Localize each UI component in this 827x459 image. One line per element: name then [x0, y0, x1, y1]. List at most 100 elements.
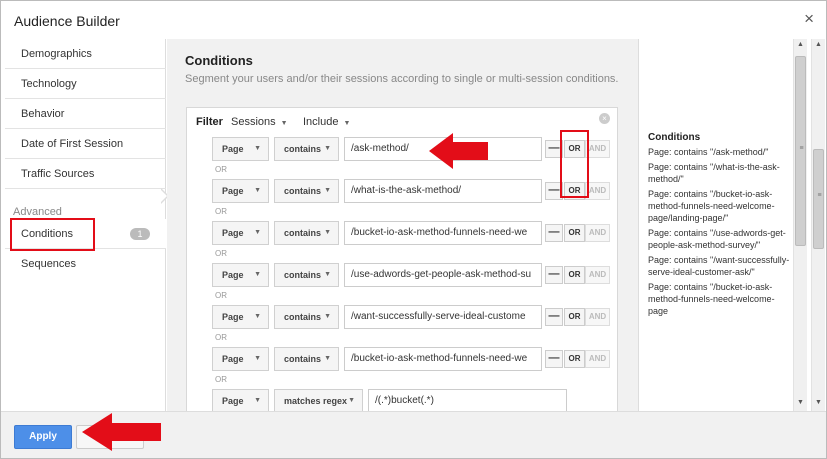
caret-down-icon: ▼: [254, 313, 261, 320]
scroll-up-icon[interactable]: ▲: [794, 41, 807, 51]
scroll-thumb[interactable]: ≡: [813, 149, 824, 249]
operator-label: contains: [284, 354, 322, 364]
dimension-dropdown[interactable]: Page ▼: [212, 263, 269, 287]
include-value: Include: [303, 116, 339, 128]
condition-value-input[interactable]: /bucket-io-ask-method-funnels-need-we: [344, 347, 542, 371]
operator-label: contains: [284, 144, 322, 154]
condition-value-input[interactable]: /use-adwords-get-people-ask-method-su: [344, 263, 542, 287]
condition-value-input[interactable]: /bucket-io-ask-method-funnels-need-we: [344, 221, 542, 245]
filter-label: Filter: [196, 116, 223, 128]
operator-dropdown[interactable]: matches regex ▼: [274, 389, 363, 411]
condition-row: Page ▼ contains ▼ /ask-method/ — OR AND: [212, 137, 612, 161]
remove-condition-button[interactable]: —: [545, 224, 563, 242]
operator-dropdown[interactable]: contains ▼: [274, 137, 339, 161]
condition-row: Page ▼ contains ▼ /use-adwords-get-people-…: [212, 263, 612, 287]
condition-value-input[interactable]: /what-is-the-ask-method/: [344, 179, 542, 203]
caret-down-icon: ▼: [280, 120, 288, 127]
condition-value-input[interactable]: /want-successfully-serve-ideal-custome: [344, 305, 542, 329]
dialog-scrollbar[interactable]: ▲ ≡ ▼: [811, 39, 825, 411]
and-button[interactable]: AND: [585, 350, 610, 368]
operator-label: contains: [284, 270, 322, 280]
apply-button[interactable]: Apply: [14, 425, 72, 449]
scroll-thumb[interactable]: ≡: [795, 56, 806, 246]
caret-down-icon: ▼: [254, 187, 261, 194]
dialog-titlebar: Audience Builder ×: [1, 1, 826, 39]
dimension-dropdown[interactable]: Page ▼: [212, 179, 269, 203]
close-icon[interactable]: ×: [804, 9, 814, 29]
remove-filter-icon[interactable]: ×: [599, 113, 610, 124]
filter-box: Filter Sessions ▼ Include ▼ × Page ▼ contai…: [186, 107, 618, 411]
condition-row: Page ▼ matches regex ▼ /(.*)bucket(.*): [212, 389, 612, 411]
caret-down-icon: ▼: [324, 229, 331, 236]
sidebar-item-behavior[interactable]: Behavior: [5, 99, 166, 129]
grip-icon: ≡: [817, 192, 822, 199]
annotation-arrow-icon: [429, 133, 488, 169]
dimension-dropdown[interactable]: Page ▼: [212, 137, 269, 161]
dimension-label: Page: [222, 396, 244, 406]
page-title: Conditions: [185, 53, 253, 68]
or-button[interactable]: OR: [564, 308, 585, 326]
caret-down-icon: ▼: [254, 229, 261, 236]
or-separator: OR: [215, 165, 227, 174]
scope-dropdown[interactable]: Sessions ▼: [231, 116, 288, 128]
include-dropdown[interactable]: Include ▼: [303, 116, 350, 128]
sidebar-item-date-of-first-session[interactable]: Date of First Session: [5, 129, 166, 159]
conditions-panel: Conditions Segment your users and/or the…: [167, 39, 639, 411]
and-button[interactable]: AND: [585, 266, 610, 284]
dialog-title: Audience Builder: [14, 13, 120, 29]
summary-scrollbar[interactable]: ▲ ≡ ▼: [793, 39, 807, 411]
operator-label: contains: [284, 186, 322, 196]
page-subtitle: Segment your users and/or their sessions…: [185, 73, 619, 85]
and-button[interactable]: AND: [585, 308, 610, 326]
caret-down-icon: ▼: [343, 120, 351, 127]
operator-label: matches regex: [284, 396, 348, 406]
dimension-dropdown[interactable]: Page ▼: [212, 305, 269, 329]
operator-dropdown[interactable]: contains ▼: [274, 179, 339, 203]
caret-down-icon: ▼: [324, 271, 331, 278]
audience-builder-dialog: Audience Builder × Demographics Technolo…: [0, 0, 827, 459]
operator-dropdown[interactable]: contains ▼: [274, 263, 339, 287]
condition-row: Page ▼ contains ▼ /bucket-io-ask-method-fu…: [212, 221, 612, 245]
caret-down-icon: ▼: [324, 355, 331, 362]
scroll-down-icon[interactable]: ▼: [812, 399, 825, 409]
summary-line: Page: contains "/want-successfully-serve…: [648, 255, 790, 277]
or-separator: OR: [215, 249, 227, 258]
scroll-up-icon[interactable]: ▲: [812, 41, 825, 51]
operator-dropdown[interactable]: contains ▼: [274, 221, 339, 245]
condition-value-input[interactable]: /(.*)bucket(.*): [368, 389, 567, 411]
condition-row: Page ▼ contains ▼ /bucket-io-ask-method-fu…: [212, 347, 612, 371]
summary-line: Page: contains "/ask-method/": [648, 147, 769, 157]
summary-line: Page: contains "/bucket-io-ask-method-fu…: [648, 189, 775, 223]
dimension-label: Page: [222, 144, 244, 154]
or-separator: OR: [215, 375, 227, 384]
operator-dropdown[interactable]: contains ▼: [274, 347, 339, 371]
sidebar-item-traffic-sources[interactable]: Traffic Sources: [5, 159, 166, 189]
caret-down-icon: ▼: [254, 145, 261, 152]
remove-condition-button[interactable]: —: [545, 266, 563, 284]
dimension-label: Page: [222, 186, 244, 196]
dimension-dropdown[interactable]: Page ▼: [212, 221, 269, 245]
summary-line: Page: contains "/bucket-io-ask-method-fu…: [648, 282, 775, 316]
annotation-highlight-conditions: [10, 218, 95, 251]
operator-dropdown[interactable]: contains ▼: [274, 305, 339, 329]
dimension-label: Page: [222, 270, 244, 280]
annotation-arrow-icon: [82, 413, 161, 451]
condition-row: Page ▼ contains ▼ /what-is-the-ask-method/…: [212, 179, 612, 203]
or-button[interactable]: OR: [564, 350, 585, 368]
count-badge: 1: [130, 228, 150, 240]
caret-down-icon: ▼: [254, 397, 261, 404]
sidebar-item-demographics[interactable]: Demographics: [5, 39, 166, 69]
caret-down-icon: ▼: [348, 397, 355, 404]
summary-list: Page: contains "/ask-method/" Page: cont…: [648, 146, 793, 320]
remove-condition-button[interactable]: —: [545, 308, 563, 326]
sidebar-item-technology[interactable]: Technology: [5, 69, 166, 99]
or-button[interactable]: OR: [564, 224, 585, 242]
dimension-dropdown[interactable]: Page ▼: [212, 389, 269, 411]
operator-label: contains: [284, 312, 322, 322]
dimension-dropdown[interactable]: Page ▼: [212, 347, 269, 371]
and-button[interactable]: AND: [585, 224, 610, 242]
sidebar-item-sequences[interactable]: Sequences: [5, 249, 166, 279]
or-button[interactable]: OR: [564, 266, 585, 284]
scroll-down-icon[interactable]: ▼: [794, 399, 807, 409]
remove-condition-button[interactable]: —: [545, 350, 563, 368]
